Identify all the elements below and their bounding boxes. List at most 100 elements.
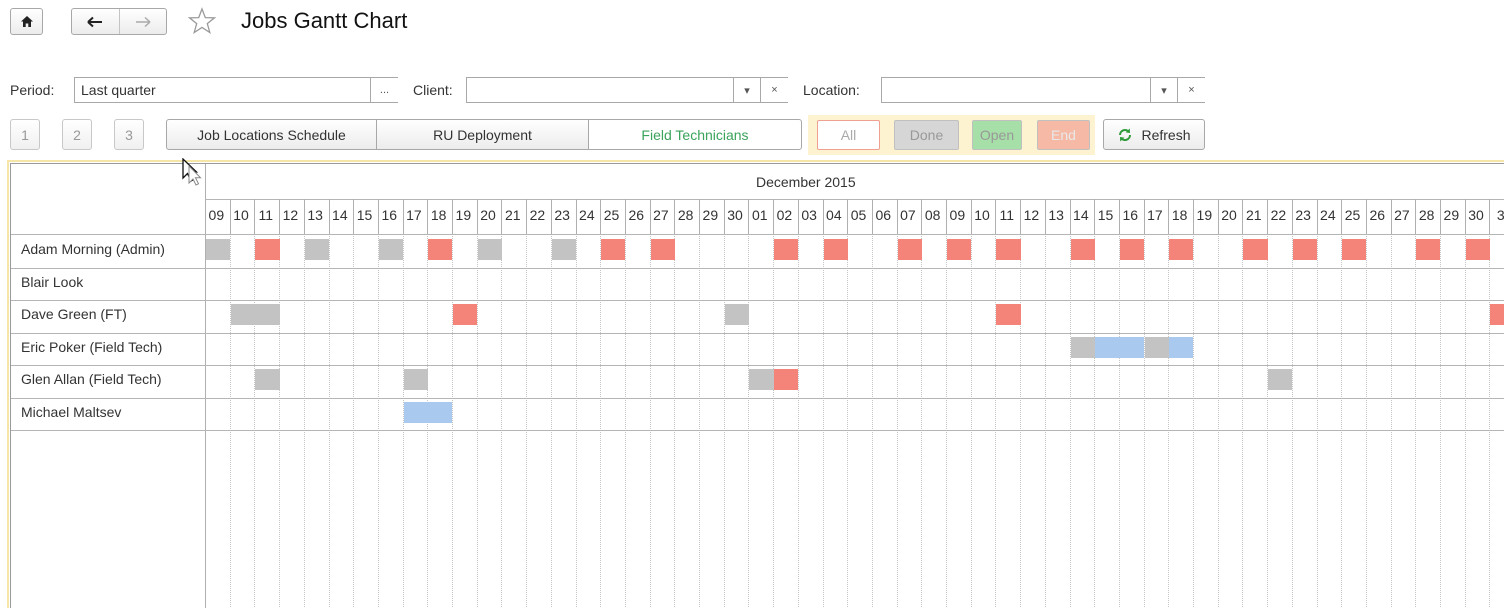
gantt-day-label: 20 (1221, 207, 1237, 223)
tab-field-technicians[interactable]: Field Technicians (588, 119, 802, 150)
gantt-job-bar-gray[interactable] (724, 304, 749, 325)
gantt-job-bar-red[interactable] (996, 304, 1021, 325)
gantt-day-gridline (871, 234, 873, 608)
gantt-day-label: 3 (1496, 207, 1504, 223)
gantt-day-gridline (748, 234, 750, 608)
client-field[interactable]: ▾ × (466, 77, 788, 103)
gantt-day-label: 07 (900, 207, 916, 223)
tab-ru-deployment[interactable]: RU Deployment (376, 119, 589, 150)
gantt-job-bar-blue[interactable] (403, 401, 453, 423)
page-1-button[interactable]: 1 (10, 119, 40, 150)
gantt-day-label: 02 (776, 207, 793, 223)
gantt-row-name[interactable]: Adam Morning (Admin) (21, 241, 165, 257)
gantt-job-bar-red[interactable] (1342, 239, 1367, 260)
gantt-job-bar-red[interactable] (1169, 239, 1194, 260)
back-button[interactable] (72, 9, 120, 34)
period-field[interactable]: Last quarter ... (74, 77, 398, 103)
gantt-day-gridline (1020, 234, 1022, 608)
gantt-day-gridline (377, 234, 379, 608)
gantt-job-bar-red[interactable] (897, 239, 922, 260)
gantt-day-label: 14 (332, 207, 348, 223)
gantt-job-bar-gray[interactable] (206, 239, 231, 260)
gantt-job-bar-red[interactable] (601, 239, 626, 260)
gantt-job-bar-red[interactable] (1416, 239, 1441, 260)
gantt-job-bar-gray[interactable] (230, 304, 280, 325)
filter-all-button[interactable]: All (817, 120, 880, 150)
gantt-name-column-divider (205, 164, 206, 608)
gantt-row-name[interactable]: Eric Poker (Field Tech) (21, 339, 162, 355)
refresh-button[interactable]: Refresh (1103, 119, 1205, 150)
gantt-day-label: 11 (999, 207, 1014, 223)
gantt-job-bar-gray[interactable] (1268, 369, 1293, 390)
gantt-job-bar-gray[interactable] (551, 239, 576, 260)
gantt-row-name[interactable]: Blair Look (21, 274, 83, 290)
gantt-day-label: 28 (677, 207, 694, 223)
location-clear-button[interactable]: × (1177, 78, 1205, 102)
gantt-job-bar-red[interactable] (1292, 239, 1317, 260)
gantt-job-bar-gray[interactable] (1144, 336, 1169, 358)
gantt-day-gridline (1316, 234, 1318, 608)
gantt-job-bar-red[interactable] (1119, 239, 1145, 260)
gantt-day-label: 10 (233, 207, 249, 223)
gantt-row-name[interactable]: Glen Allan (Field Tech) (21, 371, 162, 387)
gantt-job-bar-red[interactable] (1243, 239, 1268, 260)
home-button[interactable] (10, 8, 43, 35)
gantt-job-bar-red[interactable] (428, 239, 453, 260)
gantt-day-gridline (1217, 234, 1219, 608)
gantt-day-label: 18 (430, 207, 447, 223)
gantt-job-bar-red[interactable] (774, 369, 799, 390)
forward-button[interactable] (120, 9, 167, 34)
gantt-day-label: 09 (208, 207, 225, 223)
page-title: Jobs Gantt Chart (241, 8, 408, 33)
filter-end-button[interactable]: End (1037, 120, 1090, 150)
period-select-button[interactable]: ... (370, 78, 398, 102)
gantt-day-gridline (797, 234, 799, 608)
close-icon: × (1188, 84, 1195, 96)
gantt-job-bar-blue[interactable] (1095, 336, 1145, 358)
gantt-job-bar-gray[interactable] (304, 239, 329, 260)
gantt-job-bar-red[interactable] (650, 239, 675, 260)
gantt-job-bar-blue[interactable] (1169, 336, 1194, 358)
gantt-job-bar-gray[interactable] (749, 369, 774, 390)
gantt-job-bar-red[interactable] (996, 239, 1021, 260)
gantt-row-divider (11, 332, 1504, 334)
gantt-row-divider (11, 300, 1504, 301)
gantt-job-bar-red[interactable] (947, 239, 972, 260)
gantt-day-gridline (822, 234, 824, 608)
gantt-day-gridline (1415, 234, 1417, 608)
page-2-button[interactable]: 2 (62, 119, 92, 150)
location-field[interactable]: ▾ × (881, 77, 1205, 103)
gantt-job-bar-gray[interactable] (255, 369, 280, 390)
gantt-day-label: 13 (307, 207, 323, 223)
gantt-job-bar-red[interactable] (453, 304, 478, 325)
gantt-job-bar-gray[interactable] (403, 369, 428, 390)
page-3-button[interactable]: 3 (114, 119, 144, 150)
gantt-job-bar-gray[interactable] (477, 239, 502, 260)
gantt-job-bar-red[interactable] (255, 239, 280, 260)
gantt-row-name[interactable]: Dave Green (FT) (21, 306, 127, 322)
gantt-day-label: 29 (702, 207, 719, 223)
gantt-job-bar-red[interactable] (774, 239, 799, 260)
star-outline-icon[interactable] (188, 7, 216, 35)
gantt-job-bar-gray[interactable] (378, 239, 404, 260)
gantt-job-bar-red[interactable] (1465, 239, 1490, 260)
gantt-day-gridline (1044, 234, 1046, 608)
gantt-job-bar-gray[interactable] (1070, 336, 1095, 358)
gantt-job-bar-red[interactable] (823, 239, 848, 260)
filter-done-button[interactable]: Done (894, 120, 959, 150)
gantt-day-label: 08 (924, 207, 941, 223)
client-dropdown-button[interactable]: ▾ (733, 78, 761, 102)
tab-job-locations-schedule[interactable]: Job Locations Schedule (166, 119, 377, 150)
gantt-row-name[interactable]: Michael Maltsev (21, 404, 121, 420)
gantt-day-label: 20 (480, 207, 496, 223)
gantt-day-gridline (649, 234, 651, 608)
location-dropdown-button[interactable]: ▾ (1150, 78, 1178, 102)
gantt-job-bar-red[interactable] (1070, 239, 1095, 260)
filter-open-button[interactable]: Open (972, 120, 1022, 150)
gantt-job-bar-red[interactable] (1490, 304, 1504, 325)
gantt-day-label: 11 (258, 207, 273, 223)
client-clear-button[interactable]: × (760, 78, 788, 102)
gantt-row-divider (11, 397, 1504, 399)
gantt-month-divider (205, 199, 1504, 200)
gantt-day-label: 09 (949, 207, 966, 223)
